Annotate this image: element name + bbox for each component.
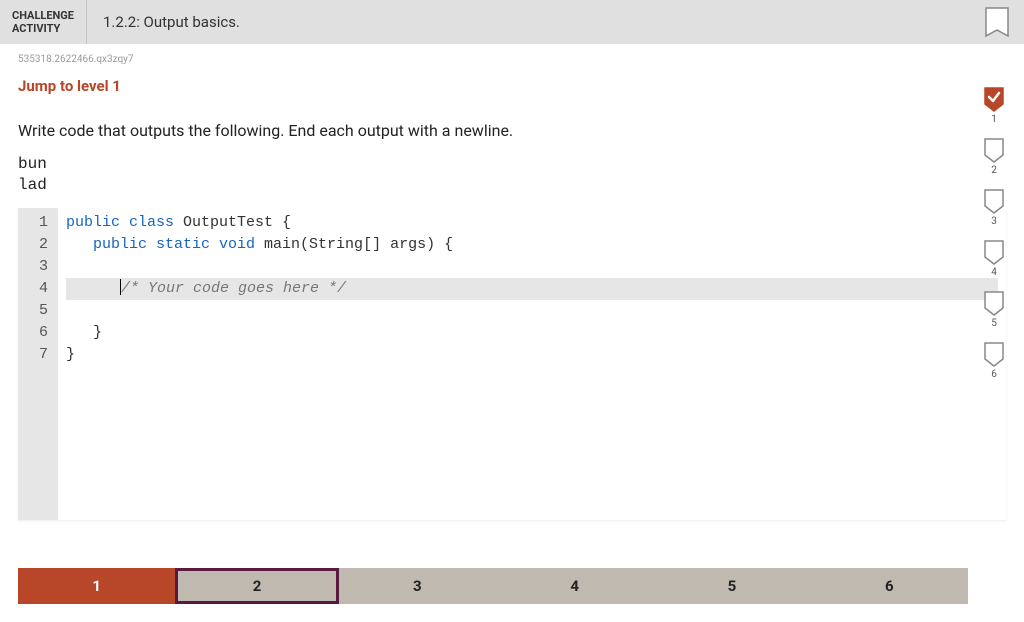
level-node-6[interactable]: 6	[983, 341, 1005, 380]
level-node-2[interactable]: 2	[983, 137, 1005, 176]
line-number: 6	[18, 322, 48, 344]
level-node-4[interactable]: 4	[983, 239, 1005, 278]
level-number: 1	[991, 114, 997, 125]
code-area[interactable]: public class OutputTest { public static …	[58, 208, 1006, 520]
shield-icon	[983, 239, 1005, 265]
progress-step-3[interactable]: 3	[339, 568, 496, 604]
code-line[interactable]	[66, 256, 998, 278]
code-token: public class	[66, 214, 183, 231]
code-token: main(String[] args) {	[264, 236, 453, 253]
level-number: 6	[991, 369, 997, 380]
progress-step-5[interactable]: 5	[653, 568, 810, 604]
progress-step-1[interactable]: 1	[18, 568, 175, 604]
bookmark-button[interactable]	[982, 6, 1012, 42]
progress-step-2[interactable]: 2	[175, 568, 338, 604]
code-token: /* Your code goes here */	[121, 280, 346, 297]
level-node-3[interactable]: 3	[983, 188, 1005, 227]
level-node-1[interactable]: 1	[983, 86, 1005, 125]
progress-navigation: 123456	[18, 568, 968, 604]
code-line[interactable]: public class OutputTest {	[66, 212, 998, 234]
code-token: public static void	[93, 236, 264, 253]
activity-id: 535318.2622466.qx3zqy7	[18, 54, 1006, 65]
code-token	[66, 280, 120, 297]
challenge-label: CHALLENGE ACTIVITY	[0, 0, 87, 44]
code-token	[66, 236, 93, 253]
jump-to-level-link[interactable]: Jump to level 1	[18, 77, 1006, 95]
line-number-gutter: 1234567	[18, 208, 58, 520]
instructions-text: Write code that outputs the following. E…	[18, 121, 1006, 140]
code-token: OutputTest {	[183, 214, 291, 231]
shield-check-icon	[983, 86, 1005, 112]
line-number: 7	[18, 344, 48, 366]
line-number: 4	[18, 278, 48, 300]
code-line[interactable]	[66, 300, 998, 322]
level-number: 3	[991, 216, 997, 227]
level-number: 2	[991, 165, 997, 176]
shield-icon	[983, 137, 1005, 163]
code-editor[interactable]: 1234567 public class OutputTest { public…	[18, 208, 1006, 520]
progress-step-4[interactable]: 4	[496, 568, 653, 604]
line-number: 1	[18, 212, 48, 234]
code-line[interactable]: }	[66, 344, 998, 366]
line-number: 5	[18, 300, 48, 322]
text-cursor	[120, 279, 121, 295]
line-number: 2	[18, 234, 48, 256]
shield-icon	[983, 341, 1005, 367]
code-line[interactable]: /* Your code goes here */	[66, 278, 998, 300]
bookmark-icon	[982, 6, 1012, 42]
code-token: }	[66, 346, 75, 363]
activity-header: CHALLENGE ACTIVITY 1.2.2: Output basics.	[0, 0, 1024, 44]
level-number: 4	[991, 267, 997, 278]
code-token: }	[66, 324, 102, 341]
level-sidebar: 1 2 3 4 5 6	[980, 86, 1008, 380]
code-line[interactable]: public static void main(String[] args) {	[66, 234, 998, 256]
line-number: 3	[18, 256, 48, 278]
level-node-5[interactable]: 5	[983, 290, 1005, 329]
progress-step-6[interactable]: 6	[811, 568, 968, 604]
activity-title: 1.2.2: Output basics.	[87, 13, 256, 31]
level-number: 5	[991, 318, 997, 329]
expected-output: bun lad	[18, 154, 1006, 196]
shield-icon	[983, 188, 1005, 214]
shield-icon	[983, 290, 1005, 316]
content-area: 535318.2622466.qx3zqy7 Jump to level 1 W…	[0, 44, 1024, 520]
code-line[interactable]: }	[66, 322, 998, 344]
